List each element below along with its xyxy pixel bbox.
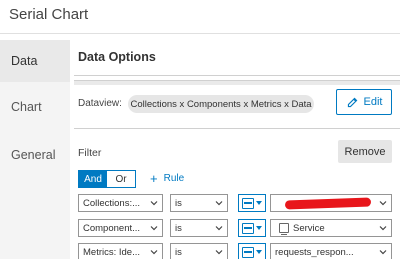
rule-operator-select[interactable]: is [170,194,228,212]
edit-button[interactable]: Edit [336,89,392,115]
rule-operator-value: is [175,222,182,234]
rule-field-select[interactable]: Component... [78,219,163,237]
rule-operator-value: is [175,246,182,258]
caret-down-icon [256,226,262,230]
rule-field-select[interactable]: Metrics: Ide... [78,243,163,259]
rule-value: Service [293,222,325,234]
section-divider [74,75,400,76]
edit-label: Edit [363,96,383,108]
dataview-label: Dataview: [78,98,122,109]
rule-value-select[interactable]: requests_respon... [270,243,392,259]
rule-field-select[interactable]: Collections:... [78,194,163,212]
section-divider-band [74,80,400,85]
add-rule-label: Rule [163,173,185,184]
chevron-down-icon [150,250,158,255]
chevron-down-icon [215,250,223,255]
chevron-down-icon [215,226,223,231]
rule-field-value: Metrics: Ide... [83,246,141,258]
rule-operator-select[interactable]: is [170,243,228,259]
title-divider [0,33,400,34]
rule-operator-value: is [175,197,182,209]
remove-button[interactable]: Remove [338,140,392,163]
chevron-down-icon [150,226,158,231]
chevron-down-icon [379,201,387,206]
plus-icon: + [150,171,158,186]
app-title: Serial Chart [9,6,89,23]
sidebar-item-chart[interactable]: Chart [0,86,70,128]
toggle-or[interactable]: Or [107,171,135,187]
dataview-pill: Collections x Components x Metrics x Dat… [128,95,314,113]
chevron-down-icon [150,201,158,206]
field-type-icon [242,197,254,209]
rule-value: requests_respon... [275,246,354,258]
data-options-panel: Data Options Dataview: Collections x Com… [70,40,400,259]
field-type-button[interactable] [238,194,266,212]
field-type-icon [242,222,254,234]
chevron-down-icon [215,201,223,206]
redaction-mark [284,197,372,210]
rule-operator-select[interactable]: is [170,219,228,237]
filter-label: Filter [78,147,102,159]
filter-rule: Metrics: Ide... is requests_respon... [78,243,392,259]
field-type-button[interactable] [238,243,266,259]
pencil-icon [347,97,357,107]
rule-field-value: Component... [83,222,141,234]
service-icon [279,223,289,235]
chevron-down-icon [379,226,387,231]
filter-rule: Collections:... is [78,194,392,212]
and-or-toggle: And Or [78,170,136,188]
filter-rule: Component... is Service [78,219,392,237]
add-rule-button[interactable]: + Rule [150,171,184,186]
rule-value-select[interactable] [270,194,392,212]
field-type-icon [242,246,254,258]
filter-divider [74,128,400,129]
field-type-button[interactable] [238,219,266,237]
section-title: Data Options [78,50,156,64]
toggle-and[interactable]: And [79,171,107,187]
rule-field-value: Collections:... [83,197,141,209]
caret-down-icon [256,250,262,254]
caret-down-icon [256,201,262,205]
rule-value-select[interactable]: Service [270,219,392,237]
sidebar-item-data[interactable]: Data [0,40,70,82]
sidebar: Data Chart General [0,40,70,259]
sidebar-item-general[interactable]: General [0,134,70,176]
chevron-down-icon [379,250,387,255]
